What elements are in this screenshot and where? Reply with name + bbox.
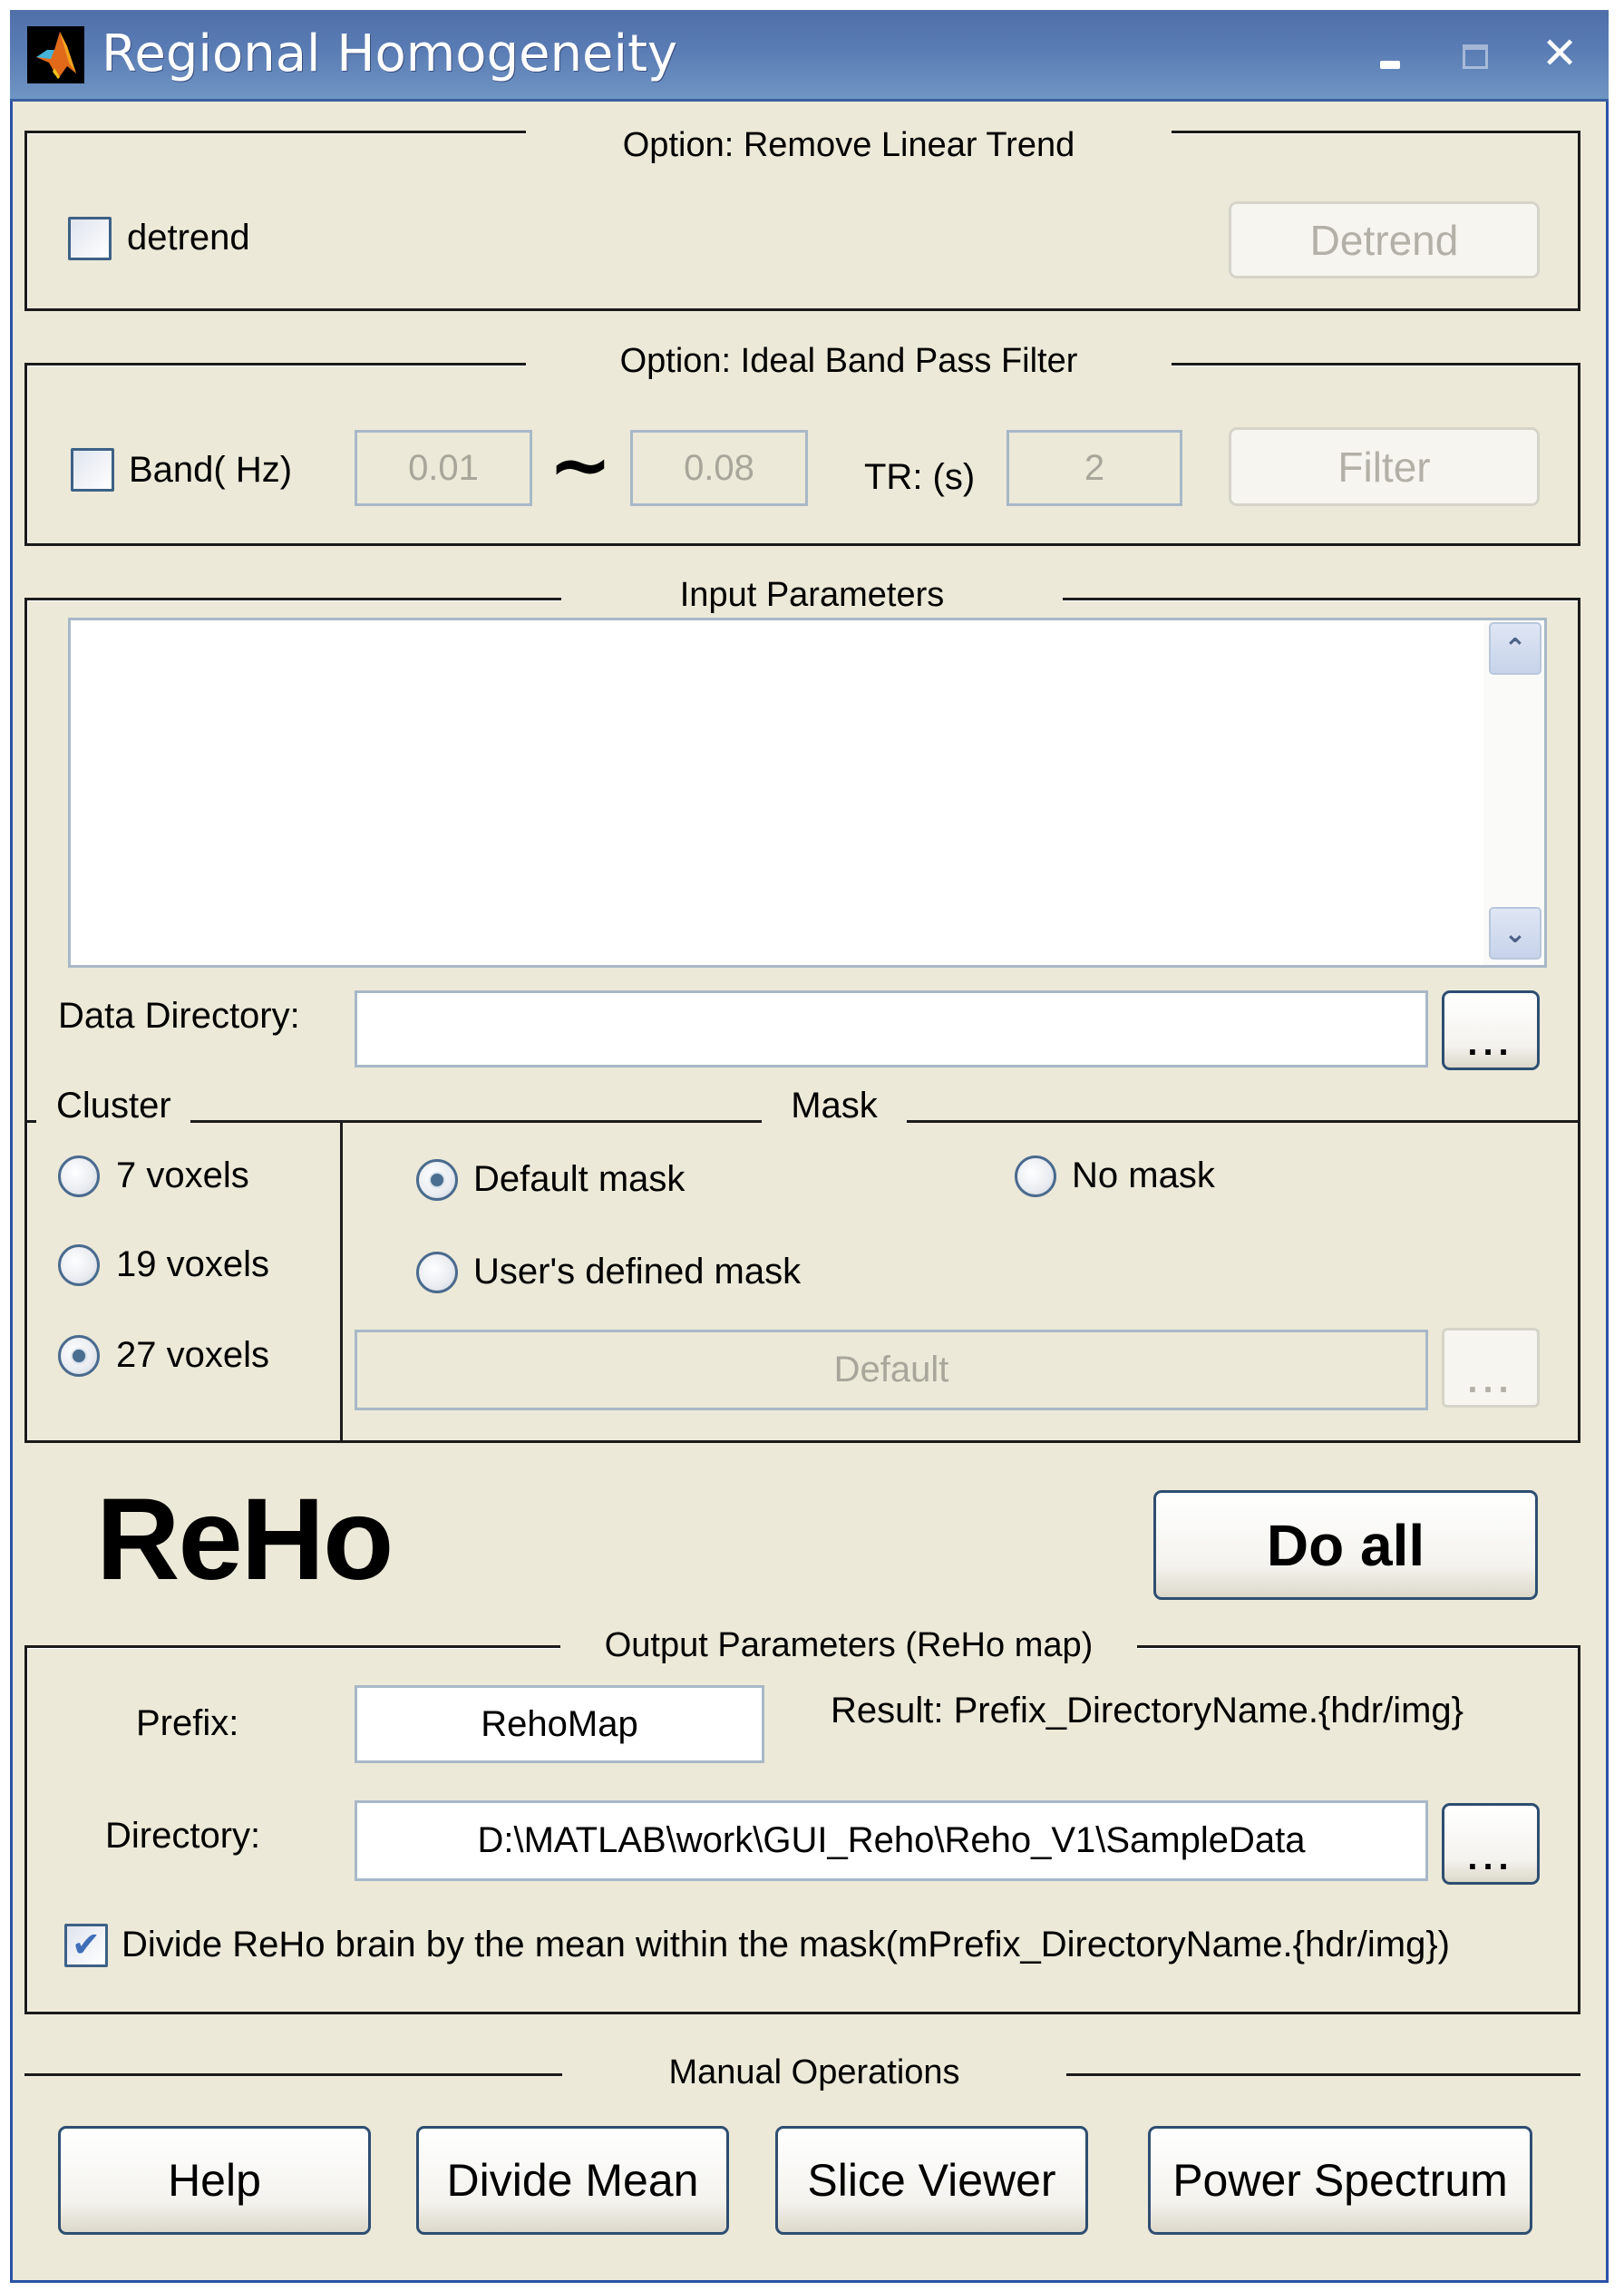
cluster-title: Cluster [36, 1085, 190, 1126]
mask-radio-none-label: No mask [1072, 1155, 1215, 1195]
data-directory-label: Data Directory: [58, 996, 300, 1036]
input-group-title: Input Parameters [561, 574, 1063, 616]
chevron-down-icon: ⌄ [1503, 917, 1527, 950]
divide-mean-checkbox-label: Divide ReHo brain by the mean within the… [122, 1925, 1450, 1964]
data-directory-input[interactable] [355, 990, 1428, 1068]
cluster-radio-27[interactable] [58, 1335, 100, 1377]
band-checkbox[interactable] [71, 448, 114, 492]
cluster-mask-divider-vertical [340, 1120, 343, 1443]
cluster-radio-7-label: 7 voxels [116, 1155, 249, 1195]
prefix-input[interactable]: RehoMap [355, 1685, 764, 1763]
filter-button[interactable]: Filter [1229, 427, 1540, 506]
filter-group-title: Option: Ideal Band Pass Filter [526, 340, 1172, 382]
cluster-radio-27-label: 27 voxels [116, 1335, 269, 1375]
mask-title: Mask [762, 1085, 907, 1126]
output-directory-label: Directory: [105, 1816, 261, 1856]
mask-radio-user[interactable] [416, 1252, 458, 1293]
mask-browse-button[interactable]: ... [1442, 1328, 1540, 1408]
do-all-button[interactable]: Do all [1153, 1490, 1538, 1600]
mask-radio-none[interactable] [1015, 1155, 1056, 1197]
output-group-title: Output Parameters (ReHo map) [560, 1624, 1137, 1666]
band-high-input[interactable]: 0.08 [630, 430, 808, 506]
output-directory-browse-button[interactable]: ... [1442, 1803, 1540, 1885]
cluster-radio-19[interactable] [58, 1244, 100, 1286]
close-button[interactable]: ✕ [1541, 32, 1578, 75]
file-listbox[interactable] [68, 618, 1547, 968]
tilde-separator: ~ [548, 420, 613, 509]
slice-viewer-button[interactable]: Slice Viewer [775, 2126, 1088, 2235]
cluster-radio-7[interactable] [58, 1155, 100, 1197]
tr-label: TR: (s) [864, 457, 976, 497]
reho-heading: ReHo [96, 1475, 394, 1604]
scroll-up-button[interactable]: ⌃ [1489, 622, 1541, 675]
minimize-button[interactable] [1380, 61, 1400, 69]
data-directory-browse-button[interactable]: ... [1442, 990, 1540, 1070]
power-spectrum-button[interactable]: Power Spectrum [1148, 2126, 1532, 2235]
mask-radio-default[interactable] [416, 1159, 458, 1201]
maximize-button[interactable] [1463, 44, 1488, 69]
band-low-input[interactable]: 0.01 [355, 430, 532, 506]
chevron-up-icon: ⌃ [1503, 632, 1527, 665]
matlab-logo-icon [27, 26, 84, 83]
tr-input[interactable]: 2 [1006, 430, 1182, 506]
detrend-group-title: Option: Remove Linear Trend [526, 124, 1172, 166]
prefix-label: Prefix: [136, 1703, 239, 1743]
mask-radio-user-label: User's defined mask [473, 1252, 802, 1292]
mask-path-input[interactable]: Default [355, 1330, 1428, 1410]
divide-mean-checkbox[interactable] [64, 1924, 108, 1967]
cluster-radio-19-label: 19 voxels [116, 1244, 269, 1284]
output-directory-input[interactable]: D:\MATLAB\work\GUI_Reho\Reho_V1\SampleDa… [355, 1800, 1428, 1881]
scroll-down-button[interactable]: ⌄ [1489, 907, 1541, 960]
manual-operations-title: Manual Operations [562, 2052, 1066, 2093]
band-checkbox-label: Band( Hz) [129, 450, 293, 490]
detrend-button[interactable]: Detrend [1229, 201, 1540, 278]
divide-mean-button[interactable]: Divide Mean [416, 2126, 729, 2235]
mask-radio-default-label: Default mask [473, 1159, 686, 1199]
detrend-checkbox[interactable] [68, 217, 112, 260]
window-title: Regional Homogeneity [102, 24, 678, 83]
result-format-text: Result: Prefix_DirectoryName.{hdr/img} [831, 1691, 1464, 1730]
detrend-checkbox-label: detrend [127, 218, 250, 258]
help-button[interactable]: Help [58, 2126, 371, 2235]
